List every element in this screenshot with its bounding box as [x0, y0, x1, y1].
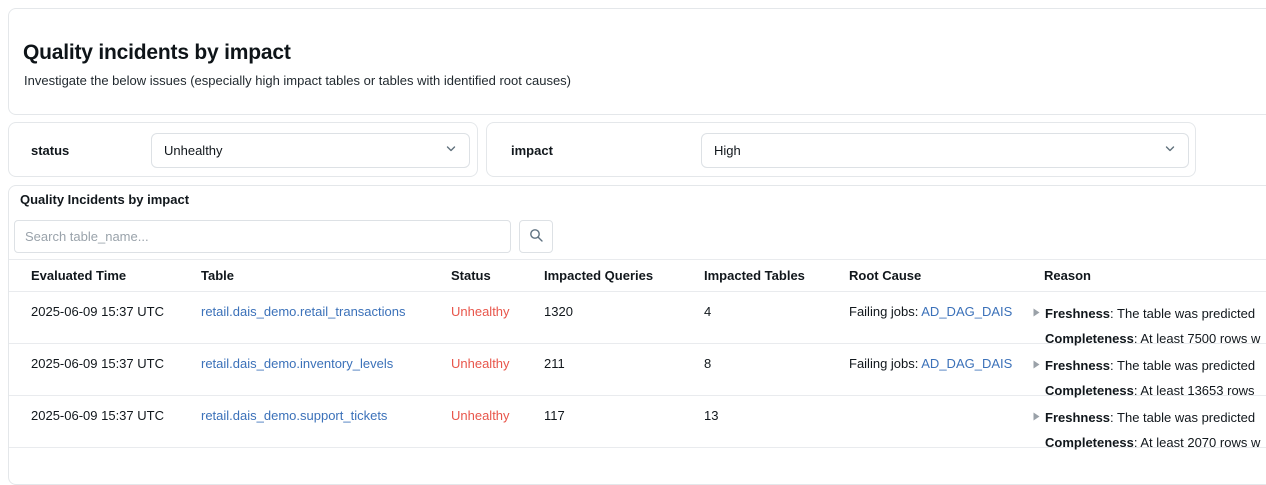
- reason-line: Freshness: The table was predicted: [1045, 405, 1260, 430]
- widget-title: Quality Incidents by impact: [20, 192, 189, 207]
- table-body: 2025-06-09 15:37 UTC retail.dais_demo.re…: [9, 292, 1266, 448]
- col-table[interactable]: Table: [201, 260, 451, 283]
- status-badge: Unhealthy: [451, 292, 544, 319]
- status-filter-card: status Unhealthy: [8, 122, 478, 177]
- evaluated-time: 2025-06-09 15:37 UTC: [31, 292, 201, 319]
- expand-caret-icon[interactable]: [1032, 405, 1045, 455]
- failing-job-link[interactable]: AD_DAG_DAIS: [921, 356, 1012, 371]
- status-filter-label: status: [31, 143, 69, 158]
- reason: Freshness: The table was predicted Compl…: [1044, 344, 1266, 403]
- evaluated-time: 2025-06-09 15:37 UTC: [31, 344, 201, 371]
- table-link[interactable]: retail.dais_demo.support_tickets: [201, 408, 387, 423]
- col-evaluated-time[interactable]: Evaluated Time: [31, 260, 201, 283]
- table-row: 2025-06-09 15:37 UTC retail.dais_demo.in…: [9, 344, 1266, 396]
- impact-filter-value: High: [714, 143, 1164, 158]
- impact-filter-label: impact: [511, 143, 553, 158]
- impact-filter-select[interactable]: High: [701, 133, 1189, 168]
- status-filter-select[interactable]: Unhealthy: [151, 133, 470, 168]
- status-filter-value: Unhealthy: [164, 143, 445, 158]
- root-cause: Failing jobs: AD_DAG_DAIS: [849, 344, 1044, 371]
- impacted-tables: 13: [704, 396, 849, 423]
- root-cause: [849, 396, 1044, 408]
- impacted-tables: 4: [704, 292, 849, 319]
- search-icon: [529, 228, 544, 246]
- table-row: 2025-06-09 15:37 UTC retail.dais_demo.su…: [9, 396, 1266, 448]
- search-input[interactable]: [14, 220, 511, 253]
- impact-filter-card: impact High: [486, 122, 1196, 177]
- impacted-queries: 117: [544, 396, 704, 423]
- header-card: Quality incidents by impact Investigate …: [8, 8, 1266, 115]
- impacted-tables: 8: [704, 344, 849, 371]
- reason: Freshness: The table was predicted Compl…: [1044, 396, 1266, 455]
- evaluated-time: 2025-06-09 15:37 UTC: [31, 396, 201, 423]
- reason-line: Completeness: At least 2070 rows w: [1045, 430, 1260, 455]
- chevron-down-icon: [445, 142, 457, 160]
- table-link[interactable]: retail.dais_demo.retail_transactions: [201, 304, 406, 319]
- col-impacted-queries[interactable]: Impacted Queries: [544, 260, 704, 283]
- search-button[interactable]: [519, 220, 553, 253]
- impacted-queries: 211: [544, 344, 704, 371]
- status-badge: Unhealthy: [451, 344, 544, 371]
- col-root-cause[interactable]: Root Cause: [849, 260, 1044, 283]
- reason-line: Freshness: The table was predicted: [1045, 301, 1260, 326]
- reason: Freshness: The table was predicted Compl…: [1044, 292, 1266, 351]
- col-impacted-tables[interactable]: Impacted Tables: [704, 260, 849, 283]
- table-link[interactable]: retail.dais_demo.inventory_levels: [201, 356, 393, 371]
- status-badge: Unhealthy: [451, 396, 544, 423]
- impacted-queries: 1320: [544, 292, 704, 319]
- col-status[interactable]: Status: [451, 260, 544, 283]
- chevron-down-icon: [1164, 142, 1176, 160]
- table-row: 2025-06-09 15:37 UTC retail.dais_demo.re…: [9, 292, 1266, 344]
- failing-job-link[interactable]: AD_DAG_DAIS: [921, 304, 1012, 319]
- root-cause: Failing jobs: AD_DAG_DAIS: [849, 292, 1044, 319]
- col-reason[interactable]: Reason: [1044, 260, 1266, 283]
- reason-line: Freshness: The table was predicted: [1045, 353, 1255, 378]
- table-header-row: Evaluated Time Table Status Impacted Que…: [9, 259, 1266, 292]
- incidents-table-card: Quality Incidents by impact Evaluated Ti…: [8, 185, 1266, 485]
- page-subtitle: Investigate the below issues (especially…: [24, 73, 571, 88]
- page-title: Quality incidents by impact: [23, 41, 291, 65]
